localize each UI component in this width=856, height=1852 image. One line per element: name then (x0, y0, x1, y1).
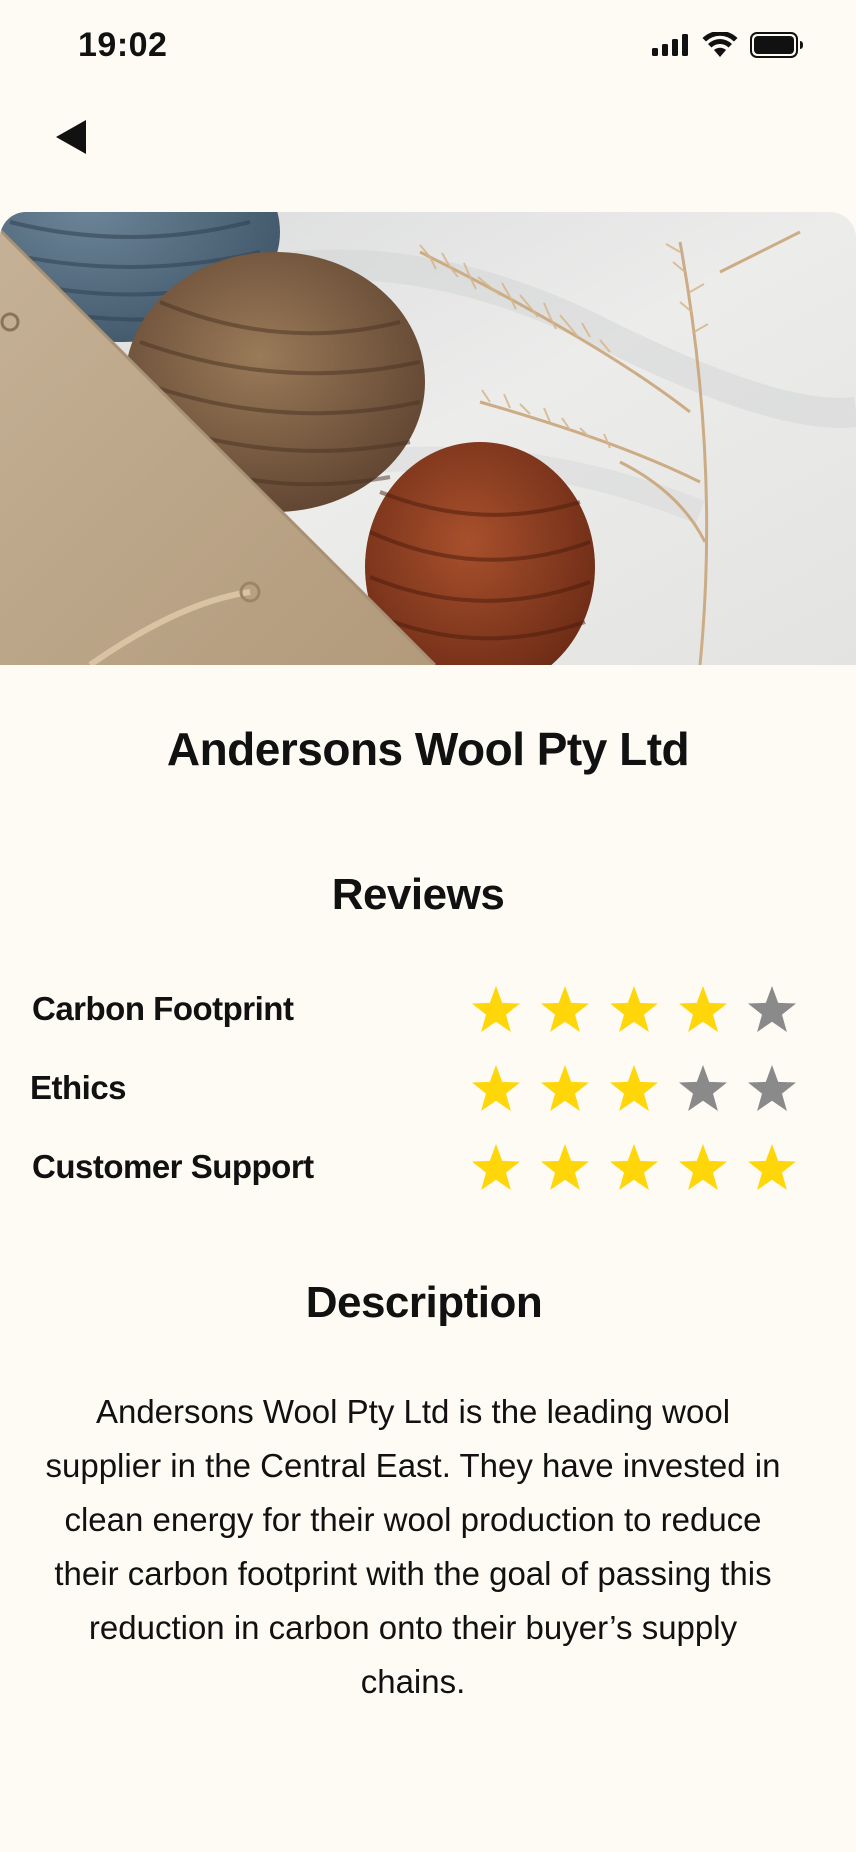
star-empty-icon (746, 1063, 798, 1115)
star-filled-icon (539, 1063, 591, 1115)
back-button[interactable] (50, 116, 98, 166)
star-filled-icon (470, 984, 522, 1036)
star-empty-icon (746, 984, 798, 1036)
star-filled-icon (677, 984, 729, 1036)
wifi-icon (702, 30, 738, 63)
status-bar: 19:02 (0, 0, 856, 96)
description-text: Andersons Wool Pty Ltd is the leading wo… (45, 1393, 781, 1700)
star-filled-icon (470, 1063, 522, 1115)
reviews-title: Reviews (331, 870, 505, 919)
star-filled-icon (608, 1142, 660, 1194)
star-filled-icon (539, 984, 591, 1036)
star-filled-icon (470, 1142, 522, 1194)
back-arrow-icon (50, 120, 90, 162)
star-empty-icon (677, 1063, 729, 1115)
star-rating (470, 1063, 798, 1115)
review-label: Customer Support (32, 1148, 314, 1185)
review-row-carbon-footprint: Carbon Footprint (0, 978, 856, 1038)
hero-image (0, 212, 856, 665)
status-time: 19:02 (78, 26, 168, 64)
company-name: Andersons Wool Pty Ltd (166, 723, 690, 775)
review-label: Carbon Footprint (32, 990, 294, 1027)
star-filled-icon (746, 1142, 798, 1194)
status-icons (652, 30, 804, 63)
star-filled-icon (608, 984, 660, 1036)
review-row-customer-support: Customer Support (0, 1136, 856, 1196)
star-rating (470, 984, 798, 1036)
review-label: Ethics (30, 1069, 127, 1106)
description-title: Description (305, 1278, 543, 1327)
review-row-ethics: Ethics (0, 1057, 856, 1117)
cellular-signal-icon (652, 33, 690, 62)
star-rating (470, 1142, 798, 1194)
star-filled-icon (677, 1142, 729, 1194)
battery-icon (750, 32, 804, 63)
star-filled-icon (539, 1142, 591, 1194)
star-filled-icon (608, 1063, 660, 1115)
